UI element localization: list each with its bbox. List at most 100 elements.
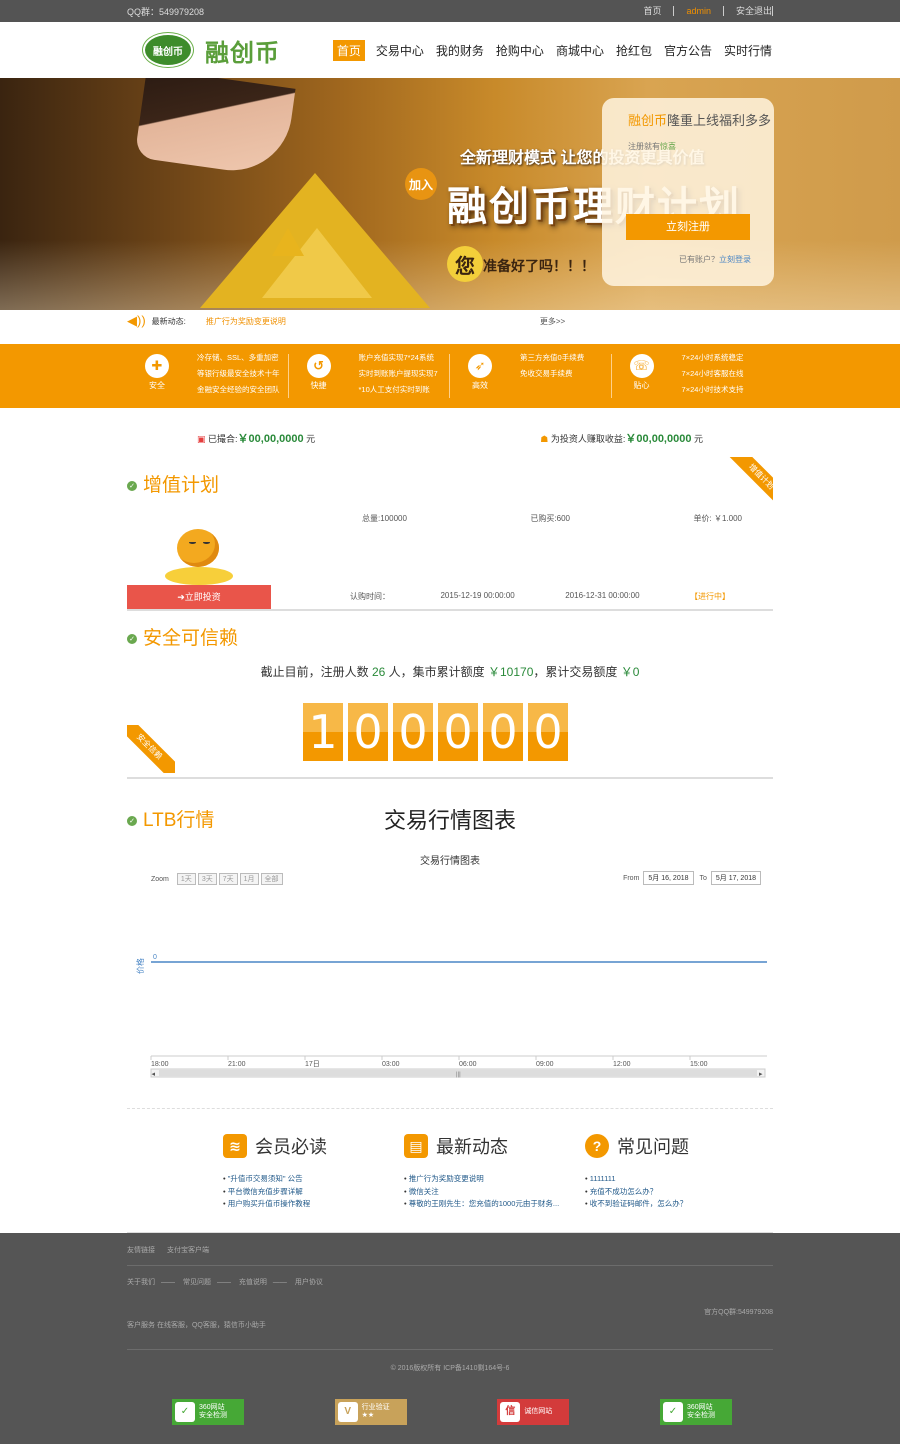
feature-label: 贴心: [633, 381, 650, 390]
login-link[interactable]: 立刻登录: [719, 255, 751, 264]
zoom-7d-button[interactable]: 7天: [218, 873, 238, 885]
banner-ready-text: 准备好了吗！！！: [483, 258, 595, 274]
info-list-item[interactable]: 平台微信充值步骤详解: [223, 1186, 403, 1199]
banner-join-badge: 加入: [405, 168, 437, 200]
feature-3: ☏ 贴心 7×24小时系统稳定 7×24小时客服在线 7×24小时技术支持: [612, 353, 773, 398]
home-link[interactable]: 首页: [631, 6, 675, 16]
info-list-item[interactable]: 微信关注: [404, 1186, 584, 1199]
info-column-title: ▤ 最新动态: [404, 1133, 584, 1159]
friend-links: 友情链接 支付宝客户端: [127, 1245, 219, 1255]
nav-rush-center[interactable]: 抢购中心: [495, 40, 545, 61]
feature-line: 第三方充值0手续费: [520, 353, 585, 362]
info-list-item[interactable]: 用户购买升值币操作教程: [223, 1198, 403, 1211]
feature-line: 等银行级最安全技术十年: [197, 369, 280, 378]
trust-summary: 截止目前，注册人数 26 人，集市累计额度 ￥10170，累计交易额度 ￥0: [260, 665, 640, 679]
badge-line: ★★: [361, 1412, 375, 1419]
user-link[interactable]: admin: [674, 6, 724, 16]
footer-link-faq[interactable]: 常见问题: [183, 1279, 211, 1286]
friend-links-label: 友情链接: [127, 1247, 155, 1254]
feature-lines: 冷存储、SSL、多重加密 等银行级最安全技术十年 金融安全经验的安全团队: [197, 350, 280, 398]
date-range: From 5月 16, 2018 To 5月 17, 2018: [623, 871, 767, 885]
x-tick-label: 06:00: [459, 1061, 477, 1068]
footer-link-recharge[interactable]: 充值说明: [239, 1279, 267, 1286]
info-list: 1111111充值不成功怎么办？收不到验证码邮件，怎么办？: [585, 1173, 765, 1211]
trust-badge[interactable]: ✓ 360网站 安全检测: [659, 1399, 732, 1425]
badge-text: 360网站 安全检测: [687, 1404, 715, 1420]
info-title-text: 最新动态: [436, 1137, 508, 1157]
nav-red-packet[interactable]: 抢红包: [615, 40, 653, 61]
plan-bought: 已购买:600: [530, 514, 571, 523]
counter-digit: 1: [303, 703, 343, 761]
footer-link-about[interactable]: 关于我们: [127, 1279, 155, 1286]
nav-my-finance[interactable]: 我的财务: [435, 40, 485, 61]
news-ticker: ◀)) 最新动态: 推广行为奖励变更说明 更多>>: [0, 310, 900, 344]
plan-ribbon: 增值计划: [725, 457, 773, 505]
footer-service: 客户服务 在线客服，QQ客服，猿信币小助手: [127, 1322, 266, 1329]
badge-line: 安全检测: [686, 1412, 715, 1419]
badge-line: 360网站: [686, 1404, 713, 1411]
question-icon: ?: [585, 1134, 609, 1158]
zoom-1d-button[interactable]: 1天: [176, 873, 196, 885]
friend-link[interactable]: 支付宝客户端: [167, 1247, 209, 1254]
info-list: "升值币交易须知" 公告平台微信充值步骤详解用户购买升值币操作教程: [223, 1173, 403, 1211]
from-label: From: [623, 874, 640, 882]
footer-links: 关于我们 —— 常见问题 —— 充值说明 —— 用户协议: [127, 1279, 323, 1286]
info-list-item[interactable]: 推广行为奖励变更说明: [404, 1173, 584, 1186]
plan-total: 总量:100000: [362, 514, 407, 523]
y-tick-label: 0: [153, 954, 157, 961]
badge-text: 360网站 安全检测: [199, 1404, 227, 1420]
scroll-left-icon: ◂: [152, 1071, 156, 1078]
from-date-input[interactable]: 5月 16, 2018: [643, 871, 694, 885]
zoom-1m-button[interactable]: 1月: [239, 873, 259, 885]
section-title: ✓ 增值计划: [127, 468, 219, 498]
badge-line: 诚信网站: [524, 1408, 553, 1415]
feature-icon-block: ↺ 快捷: [297, 354, 341, 391]
invest-now-button[interactable]: ➜立即投资: [127, 585, 271, 609]
info-list-item[interactable]: 1111111: [585, 1173, 765, 1186]
feature-label: 高效: [472, 381, 489, 390]
features-strip: ✚ 安全 冷存储、SSL、多重加密 等银行级最安全技术十年 金融安全经验的安全团队 ↺ 快捷…: [0, 344, 900, 408]
feature-line: 冷存储、SSL、多重加密: [197, 353, 279, 362]
info-list-item[interactable]: 尊敬的王刚先生：您充值的1000元由于财务...: [404, 1198, 584, 1211]
support-icon: ☏: [629, 354, 654, 378]
check-icon: ✓: [127, 481, 137, 491]
counter-digit: 0: [483, 703, 523, 761]
nav-realtime-quotes[interactable]: 实时行情: [723, 40, 773, 61]
trust-badge[interactable]: ✓ 360网站 安全检测: [172, 1399, 244, 1425]
nav-home[interactable]: 首页: [332, 39, 365, 61]
footer-link-agreement[interactable]: 用户协议: [295, 1279, 323, 1286]
logout-link[interactable]: 安全退出: [724, 6, 773, 16]
feature-icon-block: ✚ 安全: [135, 354, 179, 391]
login-prompt: 已有账户？立刻登录: [679, 255, 751, 264]
coin-icon: ▣: [197, 434, 206, 444]
chart-heading: 交易行情图表: [383, 808, 516, 833]
counter-digit: 0: [438, 703, 478, 761]
info-list-item[interactable]: "升值币交易须知" 公告: [223, 1173, 403, 1186]
logo[interactable]: 融创币 融创币: [143, 33, 280, 68]
banner-you-badge: 您: [447, 246, 483, 282]
nav-mall-center[interactable]: 商城中心: [555, 40, 605, 61]
zoom-all-button[interactable]: 全部: [260, 873, 283, 885]
zoom-3d-button[interactable]: 3天: [197, 873, 217, 885]
x-tick-label: 17日: [305, 1060, 320, 1068]
news-item-link[interactable]: 推广行为奖励变更说明: [206, 316, 540, 327]
header: 融创币 融创币 首页 交易中心 我的财务 抢购中心 商城中心 抢红包 官方公告 …: [0, 22, 900, 78]
trust-badges: ✓ 360网站 安全检测 V 行业验证 ★★ 信诚信网站 ✓ 360网站 安全检测: [172, 1399, 732, 1425]
counter-display: 1 0 0 0 0 0: [303, 703, 573, 761]
feature-label: 安全: [149, 381, 165, 390]
feature-line: 7×24小时客服在线: [681, 369, 744, 378]
nav-announcements[interactable]: 官方公告: [663, 40, 713, 61]
to-date-input[interactable]: 5月 17, 2018: [710, 871, 761, 885]
news-more-link[interactable]: 更多>>: [540, 316, 565, 327]
trust-badge[interactable]: 信诚信网站: [497, 1399, 570, 1425]
register-button[interactable]: 立刻注册: [626, 214, 750, 240]
clock-icon: ↺: [306, 354, 331, 378]
info-list-item[interactable]: 充值不成功怎么办？: [585, 1186, 765, 1199]
info-list-item[interactable]: 收不到验证码邮件，怎么办？: [585, 1198, 765, 1211]
trust-badge[interactable]: V 行业验证 ★★: [334, 1399, 407, 1425]
start-time: 2015-12-19 00:00:00: [440, 591, 515, 600]
shield-icon: ✚: [145, 354, 169, 378]
top-bar: QQ群：549979208 首页 admin 安全退出: [0, 0, 900, 22]
end-time: 2016-12-31 00:00:00: [565, 591, 640, 600]
nav-trade-center[interactable]: 交易中心: [375, 40, 425, 61]
